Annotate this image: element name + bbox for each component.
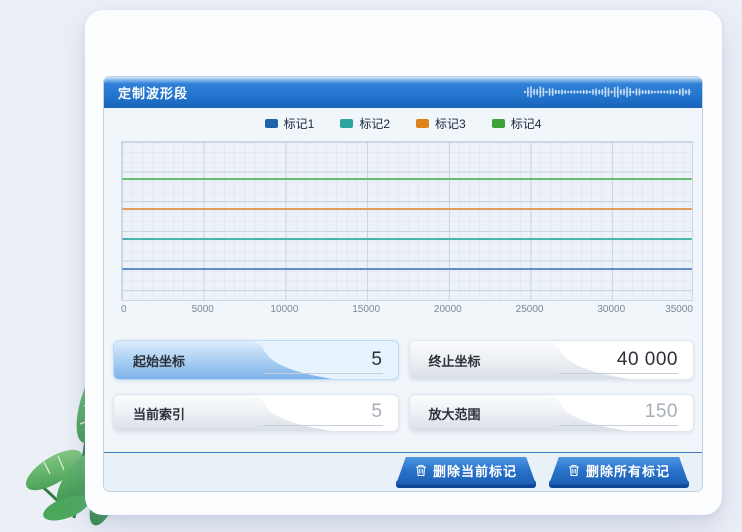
end-coordinate-label: 终止坐标 — [429, 341, 481, 379]
panel-header: 定制波形段 — [104, 77, 702, 108]
x-tick-label: 0 — [121, 304, 127, 315]
waveform-icon — [524, 80, 692, 104]
panel-title: 定制波形段 — [118, 83, 188, 102]
legend-label: 标记4 — [511, 115, 542, 132]
custom-waveform-panel: 定制波形段 标记1 标记2 标记3 标记4 — [103, 76, 703, 492]
marker-line-4[interactable] — [122, 178, 692, 180]
current-index-field[interactable]: 当前索引 5 — [113, 394, 399, 432]
zoom-range-value: 150 — [559, 401, 678, 426]
delete-current-marker-button[interactable]: 删除当前标记 — [396, 457, 536, 488]
start-coordinate-field[interactable]: 起始坐标 5 — [113, 340, 399, 380]
legend-label: 标记2 — [359, 115, 390, 132]
x-tick-label: 15000 — [352, 304, 380, 315]
delete-all-markers-button[interactable]: 删除所有标记 — [549, 457, 689, 488]
parameter-fields: 起始坐标 5 终止坐标 40 000 当前索引 5 — [113, 340, 694, 432]
app-card: 定制波形段 标记1 标记2 标记3 标记4 — [85, 10, 722, 515]
start-coordinate-label: 起始坐标 — [133, 341, 185, 379]
chart-plot-area[interactable] — [121, 141, 693, 301]
x-tick-label: 20000 — [434, 304, 462, 315]
current-index-label: 当前索引 — [133, 395, 185, 431]
panel-footer: 删除当前标记 删除所有标记 — [104, 452, 702, 491]
legend-item-marker4[interactable]: 标记4 — [492, 117, 542, 130]
current-index-value: 5 — [263, 401, 382, 426]
marker-line-3[interactable] — [122, 208, 692, 210]
x-tick-label: 5000 — [192, 304, 214, 315]
end-coordinate-field[interactable]: 终止坐标 40 000 — [409, 340, 695, 380]
waveform-chart: 0 5000 10000 15000 20000 25000 30000 350… — [121, 141, 693, 319]
end-coordinate-value[interactable]: 40 000 — [559, 349, 678, 374]
marker-line-2[interactable] — [122, 238, 692, 240]
trash-icon — [568, 464, 580, 477]
legend-chip-marker4 — [492, 119, 505, 128]
x-tick-label: 10000 — [271, 304, 299, 315]
x-tick-label: 35000 — [665, 304, 693, 315]
legend-chip-marker3 — [416, 119, 429, 128]
legend-chip-marker2 — [340, 119, 353, 128]
zoom-range-label: 放大范围 — [429, 395, 481, 431]
zoom-range-field[interactable]: 放大范围 150 — [409, 394, 695, 432]
legend-label: 标记3 — [435, 115, 466, 132]
start-coordinate-value[interactable]: 5 — [263, 349, 382, 374]
legend-item-marker2[interactable]: 标记2 — [340, 117, 390, 130]
x-tick-label: 25000 — [516, 304, 544, 315]
x-axis: 0 5000 10000 15000 20000 25000 30000 350… — [121, 304, 693, 319]
chart-legend: 标记1 标记2 标记3 标记4 — [104, 117, 702, 130]
trash-icon — [415, 464, 427, 477]
legend-chip-marker1 — [265, 119, 278, 128]
legend-item-marker3[interactable]: 标记3 — [416, 117, 466, 130]
legend-item-marker1[interactable]: 标记1 — [265, 117, 315, 130]
button-label: 删除当前标记 — [433, 461, 517, 480]
marker-line-1[interactable] — [122, 268, 692, 270]
legend-label: 标记1 — [284, 115, 315, 132]
button-label: 删除所有标记 — [586, 461, 670, 480]
x-tick-label: 30000 — [597, 304, 625, 315]
